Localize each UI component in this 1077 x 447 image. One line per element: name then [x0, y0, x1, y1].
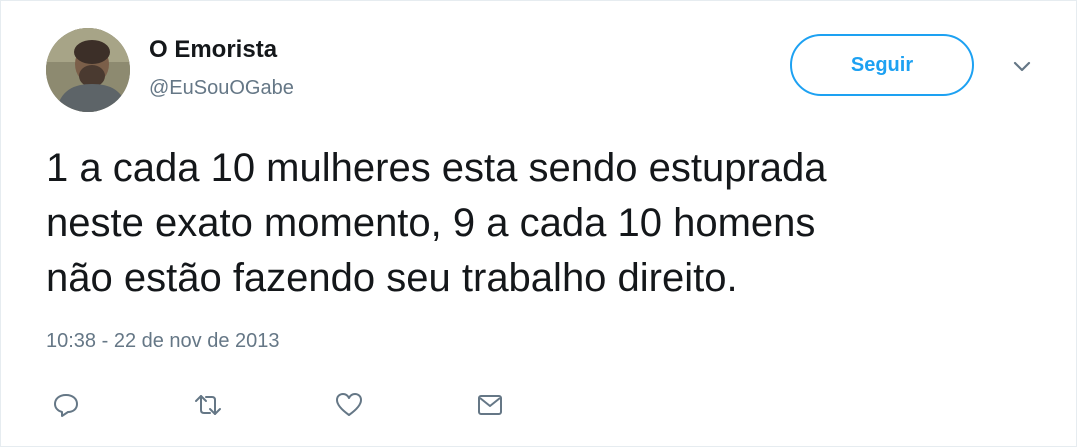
- avatar[interactable]: [46, 28, 130, 112]
- retweet-icon[interactable]: [193, 390, 223, 420]
- envelope-icon[interactable]: [475, 390, 505, 420]
- heart-icon[interactable]: [334, 390, 364, 420]
- reply-icon[interactable]: [51, 390, 81, 420]
- tweet-text-line: 1 a cada 10 mulheres esta sendo estuprad…: [46, 146, 827, 190]
- avatar-image: [46, 28, 130, 112]
- tweet-text-line: neste exato momento, 9 a cada 10 homens: [46, 201, 816, 245]
- tweet-card: O Emorista @EuSouOGabe Seguir 1 a cada 1…: [0, 0, 1077, 447]
- tweet-text: 1 a cada 10 mulheres esta sendo estuprad…: [46, 141, 1046, 306]
- tweet-timestamp[interactable]: 10:38 - 22 de nov de 2013: [46, 330, 280, 353]
- author-handle[interactable]: @EuSouOGabe: [149, 77, 294, 100]
- follow-button[interactable]: Seguir: [790, 34, 974, 96]
- author-name[interactable]: O Emorista: [149, 36, 277, 64]
- tweet-text-line: não estão fazendo seu trabalho direito.: [46, 256, 738, 300]
- chevron-down-icon[interactable]: [1009, 57, 1035, 77]
